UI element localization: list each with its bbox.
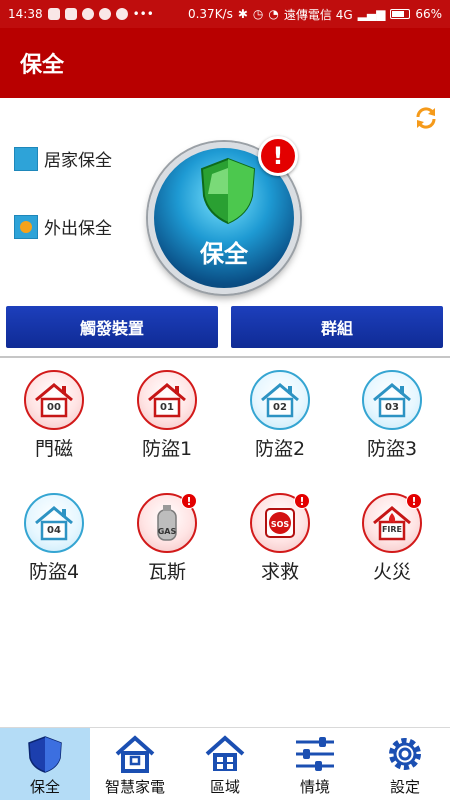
status-time: 14:38: [8, 7, 43, 21]
device-intrusion-2-icon: 02: [250, 370, 310, 430]
device-code: FIRE: [381, 525, 403, 534]
alert-badge: !: [258, 136, 298, 176]
nav-security[interactable]: 保全: [0, 728, 90, 800]
device-label: 防盜3: [366, 438, 418, 460]
mode-home-label: 居家保全: [44, 151, 112, 171]
device-label: 瓦斯: [147, 561, 186, 583]
alert-badge-icon: !: [181, 493, 197, 509]
device-door-sensor[interactable]: 00 門磁: [4, 370, 104, 470]
smart-home-icon: [115, 735, 155, 773]
mode-home[interactable]: 居家保全: [14, 146, 112, 171]
nav-scene[interactable]: 情境: [270, 728, 360, 800]
device-intrusion-1[interactable]: 01 防盜1: [117, 370, 217, 470]
nav-smart-home-label: 智慧家電: [104, 778, 165, 796]
device-code: GAS: [157, 527, 177, 536]
gear-icon: [389, 738, 421, 770]
wifi-icon: ◔: [268, 7, 279, 21]
selected-dot-icon: [20, 220, 32, 233]
notification-icon: [47, 8, 60, 20]
bottom-nav: 保全 智慧家電 區域 情境 設定: [0, 727, 450, 800]
divider: [0, 356, 450, 358]
more-dots-icon: •••: [132, 7, 154, 21]
trigger-devices-button[interactable]: 觸發裝置: [6, 306, 218, 348]
nav-settings[interactable]: 設定: [360, 728, 450, 800]
groups-button[interactable]: 群組: [231, 306, 443, 348]
mode-home-checkbox[interactable]: [14, 146, 38, 171]
device-intrusion-4-icon: 04: [24, 493, 84, 553]
network-speed: 0.37K/s: [187, 7, 233, 21]
device-intrusion-1-icon: 01: [137, 370, 197, 430]
house-icon: [205, 735, 245, 771]
nav-area[interactable]: 區域: [180, 728, 270, 800]
device-code: 00: [47, 402, 61, 413]
mode-away-label: 外出保全: [44, 219, 112, 239]
security-button-label: 保全: [200, 240, 248, 268]
nav-settings-label: 設定: [389, 778, 420, 796]
nav-smart-home[interactable]: 智慧家電: [90, 728, 180, 800]
device-label: 防盜4: [28, 561, 80, 583]
line-icon: [64, 8, 77, 20]
shield-icon: [200, 157, 256, 225]
shield-notification-icon: [81, 8, 94, 20]
device-label: 門磁: [34, 438, 73, 460]
device-fire-icon: FIRE!: [362, 493, 422, 553]
battery-percent: 66%: [415, 7, 442, 21]
shield-icon: [28, 736, 62, 773]
mode-away[interactable]: 外出保全: [14, 214, 112, 239]
sliders-icon: [296, 737, 334, 771]
nav-area-label: 區域: [209, 778, 240, 796]
device-gas-icon: GAS!: [137, 493, 197, 553]
device-intrusion-3-icon: 03: [362, 370, 422, 430]
device-code: 04: [47, 525, 61, 536]
device-label: 火災: [372, 561, 411, 583]
alarm-icon: ◷: [252, 7, 264, 21]
refresh-icon[interactable]: [412, 104, 440, 132]
signal-icon: ▂▄▆: [357, 7, 386, 21]
device-code: 03: [385, 402, 399, 413]
mode-away-checkbox[interactable]: [14, 214, 38, 239]
battery-icon: [390, 9, 411, 19]
page-title: 保全: [20, 53, 65, 78]
app-header: 保全: [0, 28, 450, 98]
device-gas[interactable]: GAS! 瓦斯: [117, 493, 217, 593]
device-intrusion-2[interactable]: 02 防盜2: [230, 370, 330, 470]
shield-notification-icon-3: [115, 8, 128, 20]
device-fire[interactable]: FIRE! 火災: [342, 493, 442, 593]
bluetooth-icon: ✱: [237, 7, 248, 21]
device-intrusion-4[interactable]: 04 防盜4: [4, 493, 104, 593]
status-bar: 14:38 ••• 0.37K/s ✱ ◷ ◔ 遠傳電信 4G ▂▄▆ 66%: [0, 0, 450, 28]
device-code: 02: [273, 402, 287, 413]
device-code: 01: [160, 402, 174, 413]
device-label: 防盜2: [254, 438, 306, 460]
device-code: SOS: [270, 520, 290, 529]
device-label: 防盜1: [141, 438, 193, 460]
nav-security-label: 保全: [29, 778, 60, 796]
device-label: 求救: [260, 561, 299, 583]
alert-badge-icon: !: [294, 493, 310, 509]
device-sos-icon: SOS!: [250, 493, 310, 553]
carrier-name: 遠傳電信 4G: [283, 7, 353, 22]
device-intrusion-3[interactable]: 03 防盜3: [342, 370, 442, 470]
device-door-sensor-icon: 00: [24, 370, 84, 430]
alert-badge-icon: !: [406, 493, 422, 509]
nav-scene-label: 情境: [299, 778, 330, 796]
device-sos[interactable]: SOS! 求救: [230, 493, 330, 593]
shield-notification-icon-2: [98, 8, 111, 20]
